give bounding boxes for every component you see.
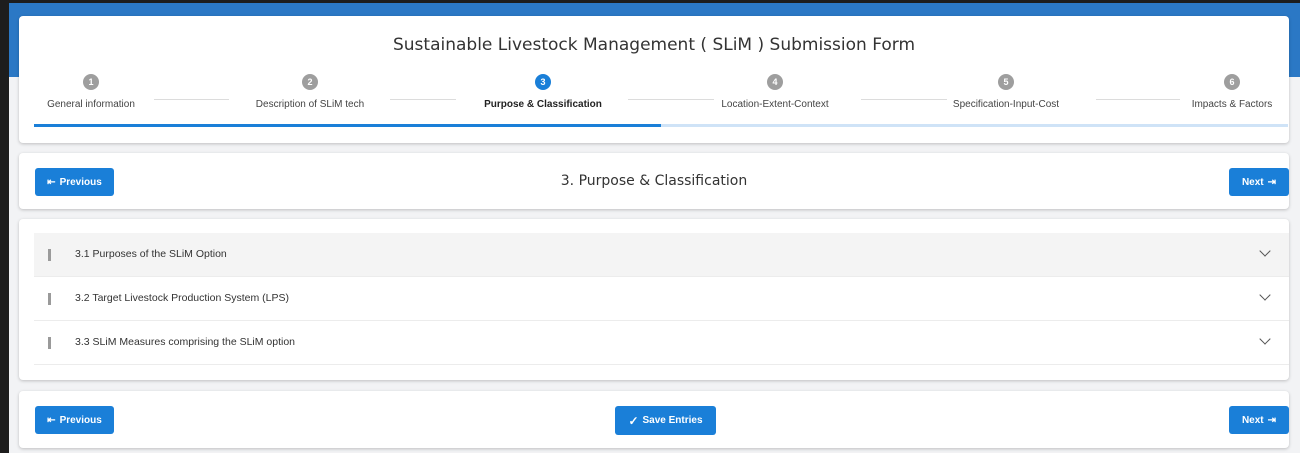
- checkmark-icon: ✓: [628, 413, 639, 428]
- accordion-item-label: 3.3 SLiM Measures comprising the SLiM op…: [75, 336, 296, 348]
- step-description[interactable]: 2 Description of SLiM tech: [210, 74, 410, 114]
- chevron-down-icon[interactable]: [1259, 333, 1271, 345]
- drag-handle-icon: [48, 249, 51, 261]
- step-general-information[interactable]: 1 General information: [0, 74, 191, 114]
- accordion-item-target-lps[interactable]: 3.2 Target Livestock Production System (…: [34, 277, 1289, 321]
- accordion-item-label: 3.2 Target Livestock Production System (…: [75, 292, 289, 304]
- step-number-badge: 2: [302, 74, 318, 90]
- section-nav-card: ⇤ Previous 3. Purpose & Classification N…: [19, 153, 1289, 209]
- step-progress-bar: [34, 124, 1288, 127]
- step-number-badge: 6: [1224, 74, 1240, 90]
- drag-handle-icon: [48, 337, 51, 349]
- step-number-badge: 4: [767, 74, 783, 90]
- next-button[interactable]: Next ⇥: [1229, 406, 1289, 434]
- bottom-actions-card: ⇤ Previous ✓ Save Entries Next ⇥: [19, 391, 1289, 448]
- form-title: Sustainable Livestock Management ( SLiM …: [392, 35, 916, 55]
- save-entries-button[interactable]: ✓ Save Entries: [615, 406, 716, 435]
- stepper: 1 General information 2 Description of S…: [34, 74, 1289, 124]
- save-entries-label: Save Entries: [642, 415, 703, 426]
- accordion-card: 3.1 Purposes of the SLiM Option 3.2 Targ…: [19, 219, 1289, 380]
- accordion-item-purposes[interactable]: 3.1 Purposes of the SLiM Option: [34, 233, 1289, 277]
- arrow-right-to-bar-icon: ⇥: [1267, 414, 1277, 426]
- step-label: Description of SLiM tech: [255, 99, 365, 110]
- arrow-right-to-bar-icon: ⇥: [1267, 176, 1277, 188]
- previous-button-label: Previous: [59, 414, 102, 426]
- step-label: General information: [47, 99, 135, 110]
- form-header-card: Sustainable Livestock Management ( SLiM …: [19, 16, 1289, 143]
- step-label: Location-Extent-Context: [721, 99, 829, 110]
- next-button[interactable]: Next ⇥: [1229, 168, 1289, 196]
- step-label: Specification-Input-Cost: [952, 99, 1060, 110]
- accordion-item-slim-measures[interactable]: 3.3 SLiM Measures comprising the SLiM op…: [34, 321, 1289, 365]
- next-button-label: Next: [1241, 414, 1264, 426]
- section-title: 3. Purpose & Classification: [560, 173, 748, 189]
- window-frame-left: [0, 0, 9, 453]
- step-purpose-classification[interactable]: 3 Purpose & Classification: [443, 74, 643, 114]
- step-specification-input-cost[interactable]: 5 Specification-Input-Cost: [906, 74, 1106, 114]
- step-label: Purpose & Classification: [484, 99, 602, 110]
- accordion-item-label: 3.1 Purposes of the SLiM Option: [75, 248, 227, 260]
- chevron-down-icon[interactable]: [1259, 245, 1271, 257]
- step-label: Impacts & Factors: [1191, 99, 1273, 110]
- step-number-badge: 5: [998, 74, 1014, 90]
- step-progress-fill: [34, 124, 661, 127]
- chevron-down-icon[interactable]: [1259, 289, 1271, 301]
- previous-button[interactable]: ⇤ Previous: [35, 406, 114, 434]
- next-button-label: Next: [1241, 176, 1264, 188]
- step-number-badge: 1: [83, 74, 99, 90]
- step-number-badge: 3: [535, 74, 551, 90]
- step-location-extent-context[interactable]: 4 Location-Extent-Context: [675, 74, 875, 114]
- drag-handle-icon: [48, 293, 51, 305]
- arrow-left-to-bar-icon: ⇤: [47, 414, 56, 426]
- step-impacts-factors[interactable]: 6 Impacts & Factors: [1132, 74, 1300, 114]
